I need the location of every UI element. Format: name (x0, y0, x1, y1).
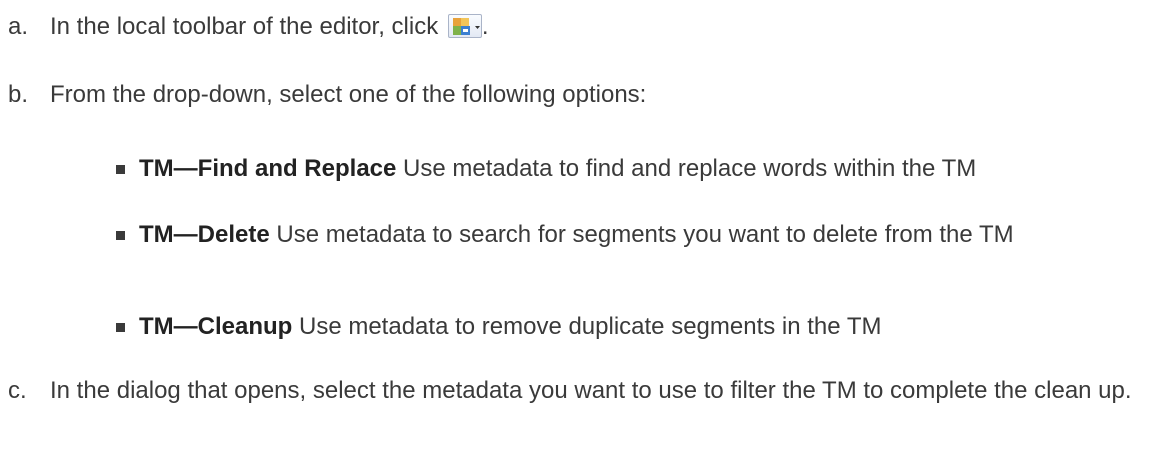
option-desc: Use metadata to find and replace words w… (396, 155, 977, 182)
option-term: TM—Delete (139, 221, 270, 248)
option-text: TM—Find and Replace Use metadata to find… (139, 153, 1159, 185)
step-text: In the local toolbar of the editor, clic… (50, 11, 1150, 43)
instructions-page: a. In the local toolbar of the editor, c… (0, 0, 1173, 459)
option-desc: Use metadata to remove duplicate segment… (292, 313, 882, 340)
bullet-square-icon (116, 231, 125, 240)
step-a-text: In the local toolbar of the editor, clic… (50, 13, 439, 40)
option-term: TM—Cleanup (139, 313, 293, 340)
bullet-square-icon (116, 165, 125, 174)
option-text: TM—Cleanup Use metadata to remove duplic… (139, 311, 1159, 343)
step-marker: c. (8, 377, 27, 404)
step-a-end: . (481, 13, 489, 40)
step-text: From the drop-down, select one of the fo… (50, 81, 647, 108)
option-desc: Use metadata to search for segments you … (269, 221, 1014, 248)
tm-tools-dropdown-icon (447, 14, 482, 38)
step-marker: b. (8, 81, 29, 108)
option-text: TM—Delete Use metadata to search for seg… (139, 219, 1159, 251)
step-marker: a. (8, 13, 29, 40)
bullet-square-icon (116, 323, 125, 332)
option-term: TM—Find and Replace (139, 155, 397, 182)
step-text: In the dialog that opens, select the met… (50, 377, 1132, 404)
